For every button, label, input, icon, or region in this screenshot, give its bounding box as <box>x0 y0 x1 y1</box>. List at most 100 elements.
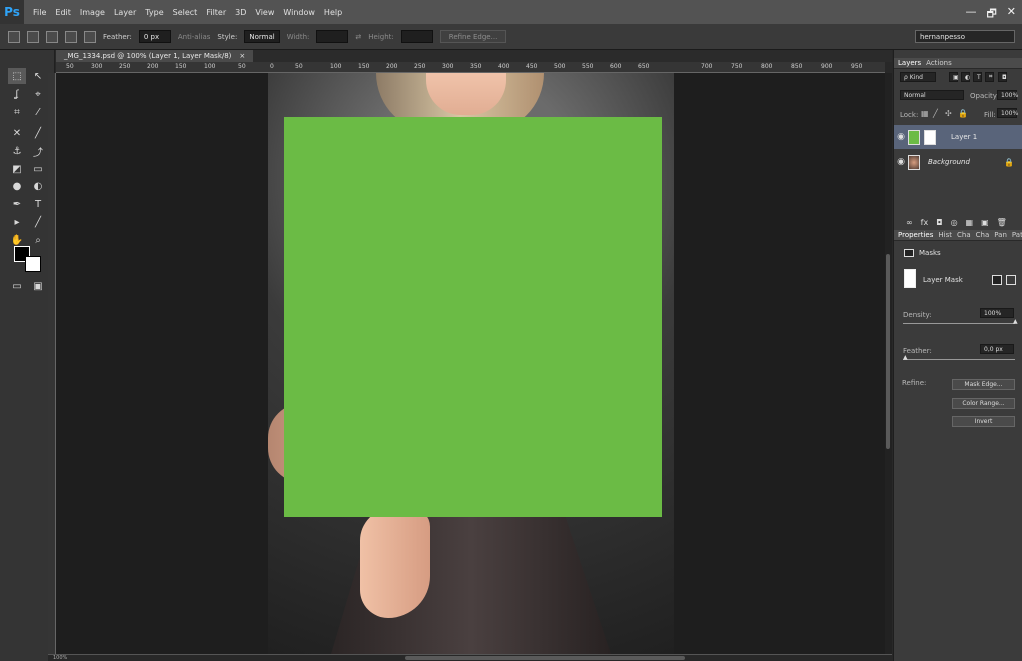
smart-object-filter-icon[interactable]: ◘ <box>998 72 1007 82</box>
subtract-selection-icon[interactable] <box>65 30 77 43</box>
new-group-icon[interactable]: ▦ <box>966 218 974 227</box>
tab-character[interactable]: Cha <box>976 231 990 239</box>
restore-icon[interactable]: 🗗 <box>986 5 996 24</box>
menu-view[interactable]: View <box>255 8 274 17</box>
invert-button[interactable]: Invert <box>952 416 1015 427</box>
vertical-ruler[interactable] <box>48 73 56 654</box>
intersect-selection-icon[interactable] <box>84 30 96 43</box>
adjustment-filter-icon[interactable]: ◐ <box>961 72 970 82</box>
document-close-icon[interactable]: × <box>239 52 245 60</box>
layer-mask-thumbnail[interactable] <box>924 129 936 145</box>
horizontal-scroll-thumb[interactable] <box>405 656 685 660</box>
menu-help[interactable]: Help <box>324 8 342 17</box>
type-filter-icon[interactable]: T <box>973 72 982 82</box>
lock-all-icon[interactable]: 🔒 <box>958 109 968 118</box>
blur-icon[interactable]: ● <box>8 178 26 194</box>
add-mask-icon[interactable]: ◘ <box>936 218 942 227</box>
marquee-tool-preset-icon[interactable] <box>8 30 20 43</box>
menu-3d[interactable]: 3D <box>235 8 246 17</box>
new-selection-icon[interactable] <box>27 30 39 43</box>
background-thumbnail[interactable] <box>908 154 920 170</box>
feather-slider-handle[interactable]: ▲ <box>903 354 908 361</box>
density-slider[interactable] <box>903 323 1015 324</box>
lock-transparent-icon[interactable]: ▦ <box>921 109 929 118</box>
lock-image-icon[interactable]: ╱ <box>933 109 938 118</box>
height-input[interactable] <box>400 30 433 43</box>
quick-mask-icon[interactable]: ▭ <box>8 278 26 294</box>
document-canvas[interactable] <box>56 73 885 654</box>
layer-thumbnail[interactable] <box>908 129 920 145</box>
menu-image[interactable]: Image <box>80 8 105 17</box>
fill-input[interactable]: 100% <box>997 108 1018 118</box>
gradient-icon[interactable]: ▭ <box>29 161 47 177</box>
style-select[interactable]: Normal <box>244 30 280 43</box>
refine-edge-button[interactable]: Refine Edge... <box>439 30 507 43</box>
menu-window[interactable]: Window <box>283 8 315 17</box>
layer-kind-filter[interactable]: ρ Kind <box>900 72 936 82</box>
document-tab[interactable]: _MG_1334.psd @ 100% (Layer 1, Layer Mask… <box>56 50 254 62</box>
link-layers-icon[interactable]: ∞ <box>906 218 913 227</box>
color-range-button[interactable]: Color Range... <box>952 398 1015 409</box>
close-icon[interactable]: ✕ <box>1007 5 1016 24</box>
density-input[interactable]: 100% <box>980 308 1014 318</box>
menu-layer[interactable]: Layer <box>114 8 136 17</box>
mask-edge-button[interactable]: Mask Edge... <box>952 379 1015 390</box>
tab-layers[interactable]: Layers <box>898 59 921 67</box>
density-slider-handle[interactable]: ▲ <box>1013 318 1018 325</box>
layer-style-icon[interactable]: fx <box>921 218 929 227</box>
feather-input[interactable]: 0 px <box>138 30 171 43</box>
layer-name[interactable]: Layer 1 <box>951 133 977 141</box>
pen-icon[interactable]: ✒ <box>8 196 26 212</box>
crop-icon[interactable]: ⌗ <box>8 104 26 120</box>
add-selection-icon[interactable] <box>46 30 58 43</box>
tab-paths[interactable]: Path <box>1012 231 1022 239</box>
adjustment-layer-icon[interactable]: ◎ <box>951 218 958 227</box>
horizontal-ruler[interactable]: 50 300 250 200 150 100 50 0 50 100 150 2… <box>56 62 885 73</box>
spot-healing-icon[interactable]: ✕ <box>8 125 26 141</box>
tab-properties[interactable]: Properties <box>898 231 933 239</box>
tab-paragraph[interactable]: Pan <box>994 231 1007 239</box>
tab-actions[interactable]: Actions <box>926 59 952 67</box>
eraser-icon[interactable]: ◩ <box>8 161 26 177</box>
brush-icon[interactable]: ╱ <box>29 125 47 141</box>
clone-stamp-icon[interactable]: ⚓ <box>8 143 26 159</box>
opacity-input[interactable]: 100% <box>997 90 1018 100</box>
delete-layer-icon[interactable]: 🗑 <box>997 218 1007 227</box>
workspace-select[interactable]: hernanpesso <box>915 30 1015 43</box>
image-filter-icon[interactable]: ▣ <box>949 72 959 82</box>
layer-row-background[interactable]: ◉ Background 🔒 <box>894 150 1022 174</box>
quick-selection-icon[interactable]: ⌖ <box>29 86 47 102</box>
history-brush-icon[interactable]: ⤴ <box>29 143 47 159</box>
swap-width-height-icon[interactable]: ⇄ <box>355 33 361 41</box>
dodge-icon[interactable]: ◐ <box>29 178 47 194</box>
feather-slider[interactable] <box>903 359 1015 360</box>
vertical-scroll-thumb[interactable] <box>886 254 890 449</box>
lock-position-icon[interactable]: ✣ <box>945 109 952 118</box>
layer-row-layer-1[interactable]: ◉ Layer 1 <box>894 125 1022 149</box>
tab-channels[interactable]: Cha <box>957 231 971 239</box>
shape-filter-icon[interactable]: ⌗ <box>985 72 994 82</box>
menu-select[interactable]: Select <box>173 8 198 17</box>
anti-alias-checkbox[interactable]: Anti-alias <box>178 33 211 41</box>
zoom-icon[interactable]: ⌕ <box>29 232 47 248</box>
path-selection-icon[interactable]: ▸ <box>8 214 26 230</box>
menu-edit[interactable]: Edit <box>55 8 71 17</box>
menu-file[interactable]: File <box>33 8 46 17</box>
move-icon[interactable]: ↖ <box>29 68 47 84</box>
blend-mode-select[interactable]: Normal <box>900 90 964 100</box>
menu-type[interactable]: Type <box>145 8 163 17</box>
visibility-eye-icon[interactable]: ◉ <box>894 132 908 142</box>
visibility-eye-icon[interactable]: ◉ <box>894 157 908 167</box>
lasso-icon[interactable]: ʆ <box>8 86 26 102</box>
width-input[interactable] <box>316 30 349 43</box>
background-color-swatch[interactable] <box>25 256 41 272</box>
menu-filter[interactable]: Filter <box>206 8 226 17</box>
new-layer-icon[interactable]: ▣ <box>981 218 989 227</box>
feather-input[interactable]: 0,0 px <box>980 344 1014 354</box>
vertical-scrollbar[interactable] <box>885 73 892 654</box>
rectangular-marquee-icon[interactable]: ⬚ <box>8 68 26 84</box>
line-icon[interactable]: ╱ <box>29 214 47 230</box>
minimize-icon[interactable]: — <box>965 5 976 24</box>
type-icon[interactable]: T <box>29 196 47 212</box>
select-pixel-mask-icon[interactable] <box>992 275 1002 285</box>
